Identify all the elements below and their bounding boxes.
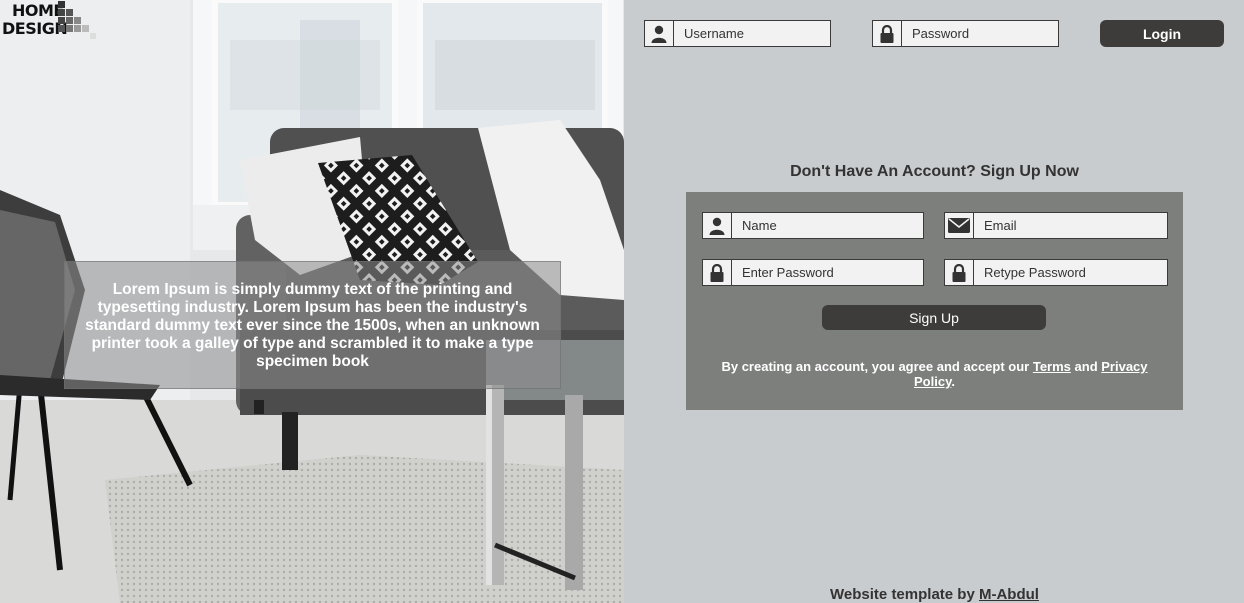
retype-password-field[interactable] — [944, 259, 1168, 286]
name-field[interactable] — [702, 212, 924, 239]
lock-icon — [945, 260, 974, 285]
signup-form: Sign Up By creating an account, you agre… — [686, 192, 1183, 410]
user-icon — [703, 213, 732, 238]
lock-icon — [873, 21, 902, 46]
username-input[interactable] — [674, 21, 830, 46]
terms-prefix: By creating an account, you agree and ac… — [721, 359, 1033, 374]
author-link[interactable]: M-Abdul — [979, 586, 1039, 603]
home-design-logo[interactable]: HOME DESIGN — [2, 1, 98, 41]
email-input[interactable] — [974, 213, 1167, 238]
auth-panel: Login Don't Have An Account? Sign Up Now — [624, 0, 1244, 603]
enter-password-input[interactable] — [732, 260, 923, 285]
logo-blocks-icon — [58, 1, 96, 39]
hero-image: HOME DESIGN Lorem Ipsum is simply dummy … — [0, 0, 624, 603]
footer-prefix: Website template by — [830, 586, 979, 603]
name-input[interactable] — [732, 213, 923, 238]
terms-link[interactable]: Terms — [1033, 359, 1071, 374]
terms-notice: By creating an account, you agree and ac… — [706, 359, 1163, 389]
login-button[interactable]: Login — [1100, 20, 1224, 47]
retype-password-input[interactable] — [974, 260, 1167, 285]
user-icon — [645, 21, 674, 46]
footer-credit: Website template by M-Abdul — [686, 586, 1183, 603]
username-field[interactable] — [644, 20, 831, 47]
password-field[interactable] — [872, 20, 1059, 47]
enter-password-field[interactable] — [702, 259, 924, 286]
logo-line-1: HOME — [12, 1, 64, 20]
hero-caption: Lorem Ipsum is simply dummy text of the … — [64, 261, 561, 389]
terms-and: and — [1070, 359, 1102, 374]
envelope-icon — [945, 213, 974, 238]
signup-button[interactable]: Sign Up — [822, 305, 1046, 330]
password-input[interactable] — [902, 21, 1058, 46]
terms-suffix: . — [951, 374, 955, 389]
email-field[interactable] — [944, 212, 1168, 239]
lock-icon — [703, 260, 732, 285]
signup-title: Don't Have An Account? Sign Up Now — [790, 163, 1079, 180]
